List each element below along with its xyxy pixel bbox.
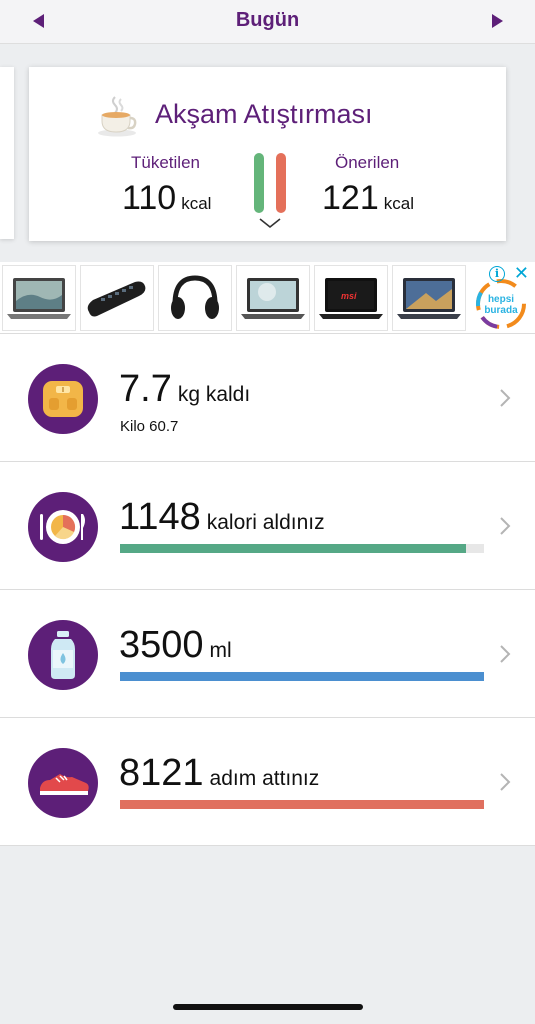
suggested-label: Önerilen bbox=[335, 153, 400, 172]
page-title: Bugün bbox=[235, 9, 300, 31]
consumed-bar bbox=[254, 153, 264, 213]
consumed-label: Tüketilen bbox=[131, 153, 200, 172]
previous-meal-card[interactable] bbox=[0, 67, 14, 239]
ad-product-usb-hub[interactable] bbox=[80, 265, 154, 331]
consumed-kcal: 110 kcal bbox=[122, 179, 211, 218]
tea-cup-icon bbox=[98, 96, 137, 137]
calories-consumed: 1148 kalori aldınız bbox=[119, 496, 325, 539]
water-value: 3500 bbox=[119, 624, 204, 666]
scale-icon bbox=[28, 364, 98, 434]
sneaker-icon bbox=[28, 748, 98, 818]
ad-info-icon[interactable]: i bbox=[489, 266, 505, 282]
ad-product-laptop[interactable] bbox=[392, 265, 466, 331]
usb-hub-icon bbox=[87, 281, 146, 317]
water-intake: 3500 ml bbox=[119, 624, 232, 667]
ad-close-icon[interactable]: ✕ bbox=[514, 264, 529, 282]
plate-icon bbox=[28, 492, 98, 562]
water-bottle-icon bbox=[28, 620, 98, 690]
chevron-right-icon bbox=[500, 389, 511, 407]
calories-progress-bar bbox=[120, 544, 484, 553]
triangle-right-icon bbox=[491, 14, 503, 28]
steps-unit: adım attınız bbox=[209, 767, 320, 790]
water-progress-fill bbox=[120, 672, 484, 681]
laptop-icon bbox=[241, 278, 305, 319]
laptop-icon: msi bbox=[319, 278, 383, 319]
weight-remaining-value: 7.7 bbox=[119, 368, 172, 410]
water-progress-bar bbox=[120, 672, 484, 681]
next-day-button[interactable] bbox=[485, 11, 509, 31]
suggested-unit: kcal bbox=[383, 194, 414, 213]
chevron-right-icon bbox=[500, 645, 511, 663]
weight-remaining-unit: kg kaldı bbox=[177, 383, 251, 406]
ad-product-laptop[interactable] bbox=[236, 265, 310, 331]
calories-progress-fill bbox=[120, 544, 466, 553]
list-item-calories[interactable]: 1148 kalori aldınız bbox=[0, 462, 535, 590]
calories-value: 1148 bbox=[119, 496, 201, 538]
suggested-kcal: 121 kcal bbox=[322, 179, 414, 218]
home-indicator[interactable] bbox=[173, 1004, 363, 1010]
meal-card[interactable]: Akşam Atıştırması Tüketilen 110 kcal Öner… bbox=[29, 67, 506, 241]
meal-title: Akşam Atıştırması bbox=[155, 99, 373, 129]
calories-unit: kalori aldınız bbox=[206, 511, 325, 534]
top-nav-bar: Bugün bbox=[0, 0, 535, 44]
chevron-down-icon[interactable] bbox=[258, 217, 282, 229]
chevron-right-icon bbox=[500, 517, 511, 535]
ad-product-headphones[interactable] bbox=[158, 265, 232, 331]
suggested-value: 121 bbox=[322, 179, 379, 217]
consumed-value: 110 bbox=[122, 179, 177, 217]
list-item-water[interactable]: 3500 ml bbox=[0, 590, 535, 718]
ad-product-laptop-msi[interactable]: msi bbox=[314, 265, 388, 331]
laptop-icon bbox=[7, 278, 71, 319]
steps-value: 8121 bbox=[119, 752, 204, 794]
water-unit: ml bbox=[209, 639, 232, 662]
current-weight: Kilo 60.7 bbox=[120, 418, 179, 435]
meal-carousel[interactable]: Akşam Atıştırması Tüketilen 110 kcal Öner… bbox=[0, 45, 535, 260]
suggested-bar bbox=[276, 153, 286, 213]
steps-progress-bar bbox=[120, 800, 484, 809]
ad-product-laptop[interactable] bbox=[2, 265, 76, 331]
ad-banner[interactable]: msi hepsi burada i ✕ bbox=[0, 262, 535, 334]
list-item-steps[interactable]: 8121 adım attınız bbox=[0, 718, 535, 846]
consumed-unit: kcal bbox=[181, 194, 212, 213]
steps-progress-fill bbox=[120, 800, 484, 809]
laptop-icon bbox=[397, 278, 461, 319]
headphones-icon bbox=[171, 275, 219, 319]
brand-line2: burada bbox=[484, 305, 518, 316]
list-item-weight[interactable]: 7.7 kg kaldı Kilo 60.7 bbox=[0, 334, 535, 462]
summary-list: 7.7 kg kaldı Kilo 60.7 1148 kalori aldınız bbox=[0, 334, 535, 846]
chevron-right-icon bbox=[500, 773, 511, 791]
msi-label: msi bbox=[341, 291, 357, 301]
steps-count: 8121 adım attınız bbox=[119, 752, 319, 795]
weight-remaining: 7.7 kg kaldı bbox=[119, 368, 250, 411]
brand-line1: hepsi bbox=[488, 294, 514, 305]
